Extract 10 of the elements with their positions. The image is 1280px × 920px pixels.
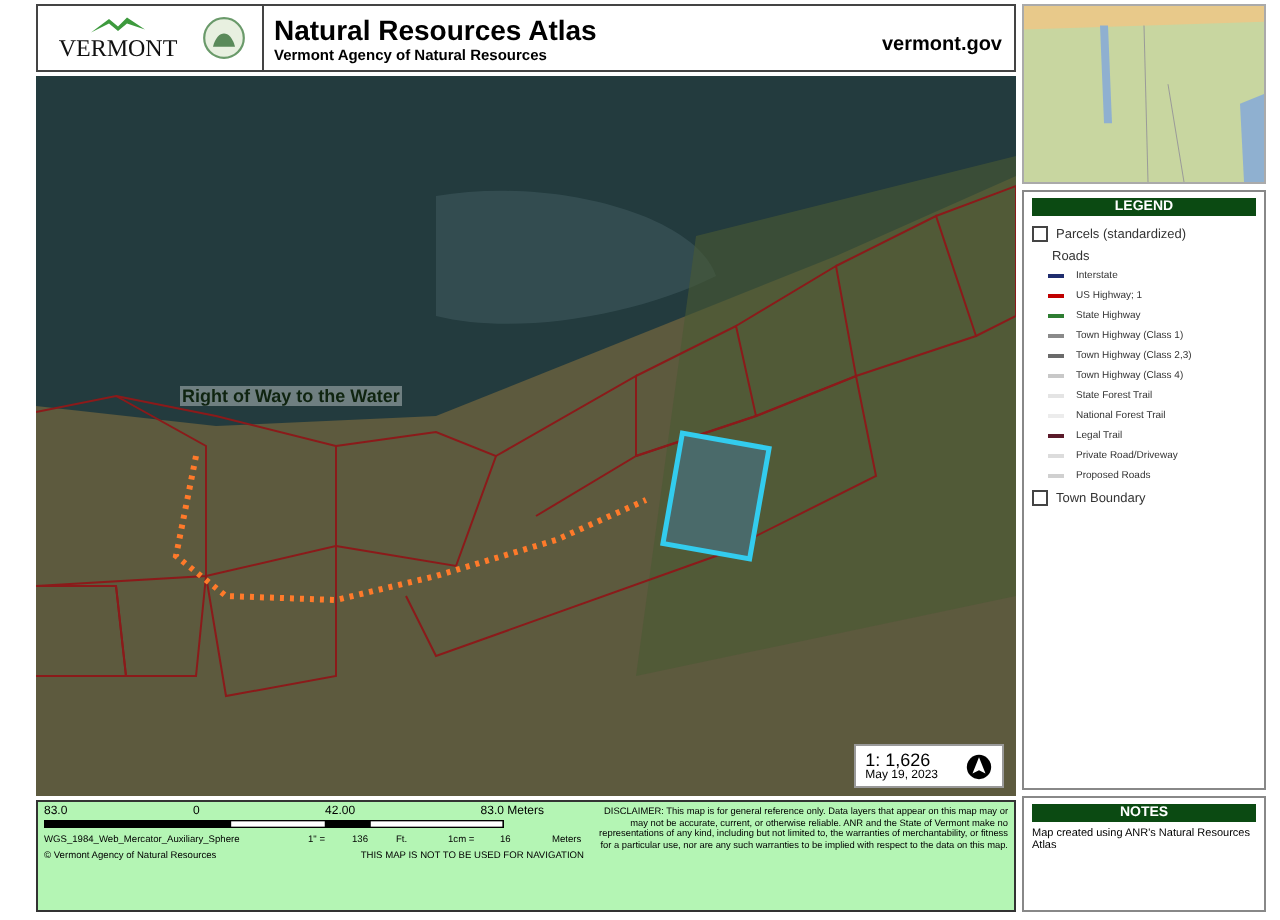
map-annotation: Right of Way to the Water xyxy=(180,386,402,406)
website-text: vermont.gov xyxy=(881,34,1002,56)
mountain-logo-icon xyxy=(88,14,148,36)
north-arrow-icon xyxy=(966,753,992,779)
legend-swatch xyxy=(1032,226,1048,242)
scale-ratio: 1: 1,626 xyxy=(865,750,931,770)
legend-swatch xyxy=(1032,490,1048,506)
atlas-title: Natural Resources Atlas xyxy=(274,13,599,45)
logo-text: VERMONT xyxy=(58,36,178,62)
seal-icon xyxy=(202,16,246,60)
